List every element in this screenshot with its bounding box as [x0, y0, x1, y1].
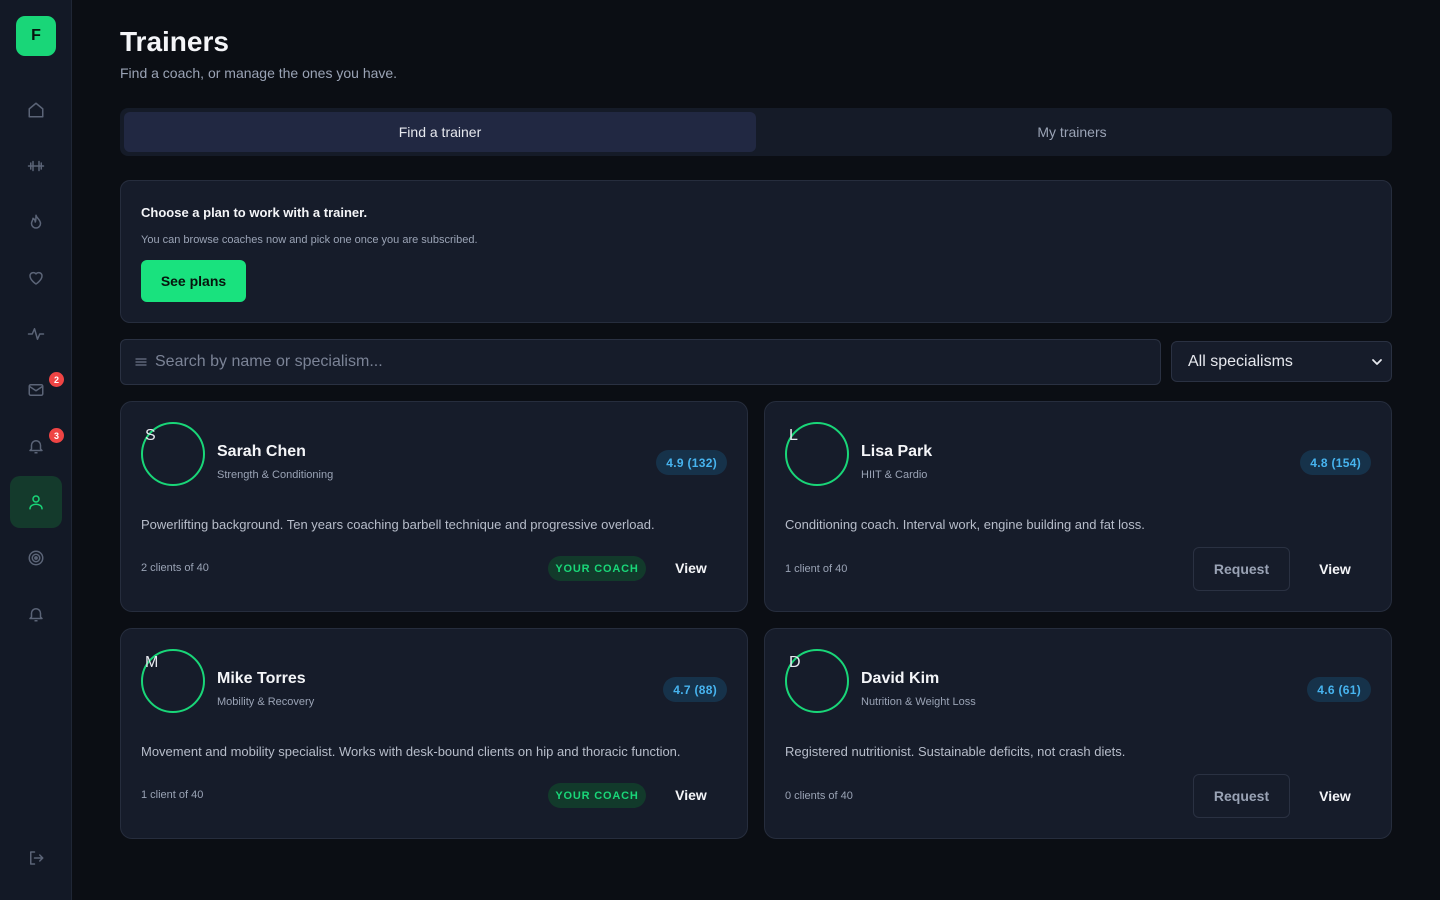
client-count: 0 clients of 40: [785, 790, 853, 802]
view-button[interactable]: View: [658, 548, 724, 588]
sidebar-item-health[interactable]: [10, 252, 62, 304]
sidebar-item-activity[interactable]: [10, 308, 62, 360]
view-button[interactable]: View: [1302, 776, 1368, 816]
your-coach-badge: YOUR COACH: [548, 783, 646, 808]
app-logo[interactable]: F: [16, 16, 56, 56]
trainer-name: Mike Torres: [217, 670, 306, 687]
avatar-initial: M: [145, 654, 159, 671]
search-box: [120, 339, 1161, 385]
search-input[interactable]: [155, 340, 1160, 384]
chevron-down-icon: [1372, 358, 1382, 365]
avatar: D: [785, 649, 849, 713]
specialism-select-value: All specialisms: [1188, 352, 1293, 370]
logout-button[interactable]: [10, 832, 62, 884]
rating-badge: 4.7 (88): [663, 677, 727, 702]
trainer-name: Lisa Park: [861, 443, 933, 460]
page-title: Trainers: [120, 26, 229, 57]
avatar: S: [141, 422, 205, 486]
plan-banner: Choose a plan to work with a trainer. Yo…: [120, 180, 1392, 323]
trainer-name: Sarah Chen: [217, 443, 306, 460]
target-icon: [28, 550, 44, 566]
alerts-count-badge: 3: [49, 428, 64, 443]
request-button[interactable]: Request: [1193, 774, 1290, 818]
rating-badge: 4.9 (132): [656, 450, 727, 475]
sidebar-item-notifications[interactable]: [10, 588, 62, 640]
trainer-specialism: Nutrition & Weight Loss: [861, 696, 976, 708]
client-count: 2 clients of 40: [141, 562, 209, 574]
notification-icon: [29, 608, 43, 622]
tab-bar: Find a trainer My trainers: [120, 108, 1392, 156]
plan-banner-title: Choose a plan to work with a trainer.: [141, 205, 368, 220]
page-subtitle: Find a coach, or manage the ones you hav…: [120, 65, 398, 81]
trainer-card: M Mike Torres Mobility & Recovery 4.7 (8…: [120, 628, 748, 839]
logout-icon: [30, 851, 44, 865]
user-icon: [29, 495, 43, 510]
dumbbell-icon: [27, 160, 45, 172]
trainer-bio: Movement and mobility specialist. Works …: [141, 744, 681, 759]
sidebar: F 2 3: [0, 0, 72, 900]
avatar: L: [785, 422, 849, 486]
activity-icon: [27, 328, 45, 340]
see-plans-button[interactable]: See plans: [141, 260, 246, 302]
bell-icon: [29, 440, 43, 454]
client-count: 1 client of 40: [141, 789, 204, 801]
rating-badge: 4.8 (154): [1300, 450, 1371, 475]
trainer-name: David Kim: [861, 670, 940, 687]
trainer-card: L Lisa Park HIIT & Cardio 4.8 (154) Cond…: [764, 401, 1392, 612]
sidebar-item-goals[interactable]: [10, 532, 62, 584]
avatar-initial: L: [789, 427, 798, 444]
heart-icon: [29, 271, 43, 285]
flame-icon: [30, 214, 42, 229]
trainer-card: D David Kim Nutrition & Weight Loss 4.6 …: [764, 628, 1392, 839]
sidebar-item-messages[interactable]: 2: [10, 364, 64, 416]
trainer-bio: Conditioning coach. Interval work, engin…: [785, 517, 1145, 532]
avatar-initial: S: [145, 427, 156, 444]
trainer-specialism: HIIT & Cardio: [861, 469, 928, 481]
trainer-specialism: Mobility & Recovery: [217, 696, 315, 708]
search-filter-icon: [135, 358, 147, 366]
mail-icon: [28, 384, 44, 396]
sidebar-item-trainers[interactable]: [10, 476, 62, 528]
trainer-card: S Sarah Chen Strength & Conditioning 4.9…: [120, 401, 748, 612]
trainer-bio: Powerlifting background. Ten years coach…: [141, 517, 655, 532]
avatar-initial: D: [789, 654, 801, 671]
trainer-specialism: Strength & Conditioning: [217, 469, 334, 481]
sidebar-item-home[interactable]: [10, 84, 62, 136]
view-button[interactable]: View: [658, 775, 724, 815]
avatar: M: [141, 649, 205, 713]
sidebar-item-alerts[interactable]: 3: [10, 420, 64, 472]
request-button[interactable]: Request: [1193, 547, 1290, 591]
trainer-bio: Registered nutritionist. Sustainable def…: [785, 744, 1126, 759]
tab-find-trainer[interactable]: Find a trainer: [124, 112, 756, 152]
client-count: 1 client of 40: [785, 563, 848, 575]
specialism-select[interactable]: All specialisms: [1171, 341, 1392, 382]
home-icon: [28, 102, 44, 118]
sidebar-item-workouts[interactable]: [10, 140, 62, 192]
view-button[interactable]: View: [1302, 549, 1368, 589]
messages-count-badge: 2: [49, 372, 64, 387]
plan-banner-subtitle: You can browse coaches now and pick one …: [141, 234, 478, 246]
tab-my-trainers[interactable]: My trainers: [756, 112, 1388, 152]
sidebar-item-nutrition[interactable]: [10, 196, 62, 248]
your-coach-badge: YOUR COACH: [548, 556, 646, 581]
rating-badge: 4.6 (61): [1307, 677, 1371, 702]
